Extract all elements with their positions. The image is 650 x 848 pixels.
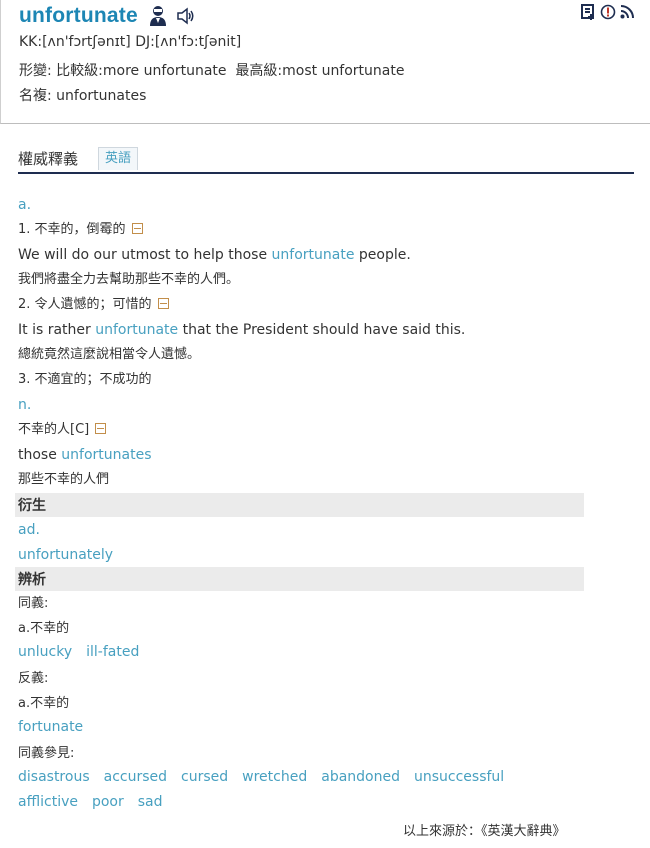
see-also-link[interactable]: disastrous: [18, 769, 90, 785]
person-pronounce-icon[interactable]: [148, 5, 168, 27]
rss-icon[interactable]: [620, 5, 634, 19]
derived-word[interactable]: unfortunately: [18, 545, 113, 565]
example-2-highlight[interactable]: unfortunate: [95, 322, 178, 338]
section-title-row: 權威釋義 英語: [18, 146, 634, 174]
see-also-link[interactable]: wretched: [242, 769, 307, 785]
antonym-pos: a.不幸的: [18, 696, 70, 711]
see-also-link[interactable]: abandoned: [321, 769, 400, 785]
headword: unfortunate: [19, 4, 138, 27]
see-also-link[interactable]: accursed: [104, 769, 167, 785]
see-also-link[interactable]: unsuccessful: [414, 769, 504, 785]
section-title: 權威釋義: [18, 150, 79, 168]
see-also-link[interactable]: afflictive: [18, 794, 78, 810]
word-forms: 形變: 比較級:more unfortunate 最高級:most unfort…: [19, 63, 405, 79]
derived-heading: 衍生: [18, 498, 46, 514]
see-also-link[interactable]: cursed: [181, 769, 228, 785]
top-icons: [580, 4, 634, 20]
see-also-label: 同義參見:: [18, 746, 75, 761]
definition-noun: 不幸的人[C]: [18, 420, 107, 440]
add-to-wordbook-icon[interactable]: [580, 4, 596, 20]
collapse-icon[interactable]: [131, 223, 143, 234]
example-noun-translation: 那些不幸的人們: [18, 472, 110, 487]
example-2-text: It is rather: [18, 322, 96, 338]
synonym-list: unlucky ill-fated: [18, 644, 153, 660]
speaker-icon[interactable]: [176, 6, 196, 26]
definition-3: 3. 不適宜的；不成功的: [18, 372, 152, 387]
example-2-tail: that the President should have said this…: [178, 322, 466, 338]
synonym-link[interactable]: unlucky: [18, 644, 72, 660]
synonym-pos: a.不幸的: [18, 621, 70, 636]
report-icon[interactable]: [600, 4, 616, 20]
antonym-label: 反義:: [18, 671, 49, 686]
see-also-list-2: afflictive poor sad: [18, 794, 177, 810]
see-also-link[interactable]: sad: [138, 794, 163, 810]
example-1-translation: 我們將盡全力去幫助那些不幸的人們。: [18, 272, 240, 287]
pos-noun[interactable]: n.: [18, 395, 31, 415]
pronunciation: KK:[ʌn'fɔrtʃənɪt] DJ:[ʌn'fɔ:tʃənit]: [19, 34, 242, 50]
antonym-list: fortunate: [18, 719, 97, 735]
definition-noun-text: 不幸的人[C]: [18, 422, 90, 437]
example-1-highlight[interactable]: unfortunate: [272, 247, 355, 263]
example-2: It is rather unfortunate that the Presid…: [18, 320, 465, 340]
derived-heading-band: 衍生: [15, 493, 584, 517]
collapse-icon[interactable]: [157, 298, 169, 309]
plural-form: 名複: unfortunates: [19, 88, 147, 104]
example-1: We will do our utmost to help those unfo…: [18, 245, 411, 265]
synonym-link[interactable]: ill-fated: [86, 644, 139, 660]
derived-pos[interactable]: ad.: [18, 520, 40, 540]
example-noun: those unfortunates: [18, 445, 152, 465]
synonym-label: 同義:: [18, 596, 49, 611]
example-noun-highlight[interactable]: unfortunates: [61, 447, 151, 463]
tab-english[interactable]: 英語: [98, 147, 139, 170]
collapse-icon[interactable]: [95, 423, 107, 434]
definition-2: 2. 令人遺憾的；可惜的: [18, 295, 169, 315]
example-1-text: We will do our utmost to help those: [18, 247, 272, 263]
source-note: 以上來源於：《英漢大辭典》: [403, 824, 566, 839]
definition-1-text: 1. 不幸的，倒霉的: [18, 222, 126, 237]
antonym-link[interactable]: fortunate: [18, 719, 83, 735]
see-also-link[interactable]: poor: [92, 794, 124, 810]
analysis-heading: 辨析: [18, 572, 46, 588]
pos-adjective[interactable]: a.: [18, 195, 31, 215]
analysis-heading-band: 辨析: [15, 567, 584, 591]
example-2-translation: 總統竟然這麼說相當令人遺憾。: [18, 347, 201, 362]
entry-header: unfortunate KK:[ʌn'fɔrtʃənɪt] DJ:[ʌn'fɔ:…: [0, 0, 650, 124]
definition-2-text: 2. 令人遺憾的；可惜的: [18, 297, 152, 312]
example-1-tail: people.: [354, 247, 411, 263]
definition-1: 1. 不幸的，倒霉的: [18, 220, 143, 240]
title-row: unfortunate: [19, 3, 196, 29]
example-noun-text: those: [18, 447, 62, 463]
see-also-list-1: disastrous accursed cursed wretched abandone…: [18, 769, 518, 785]
